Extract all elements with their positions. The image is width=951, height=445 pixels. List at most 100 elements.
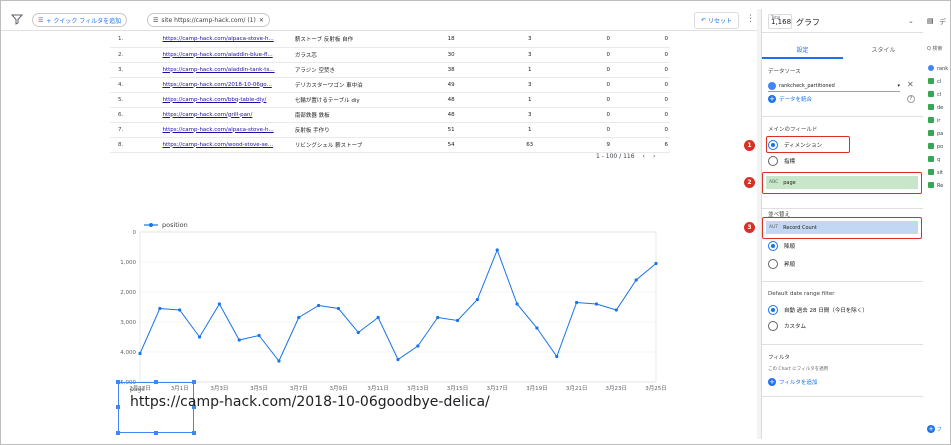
field-list-item[interactable]: rank [928,65,948,72]
table-row[interactable]: 4. https://camp-hack.com/2018-10-06go... デ… [110,77,670,93]
data-point [555,354,559,359]
field-type-icon [928,130,934,136]
resize-handle[interactable] [116,431,120,435]
table-cell-value: 3 [490,77,569,93]
reset-button[interactable]: ↶ リセット [694,12,739,29]
table-cell-keyword: リビングシェル 薪ストーブ [292,137,412,153]
dropdown-arrow-icon: ▾ [897,82,900,89]
data-point [158,306,162,311]
close-icon[interactable]: ✕ [907,80,914,89]
filter-icon[interactable] [11,13,23,25]
table-cell-value: 0 [647,62,670,78]
table-row[interactable]: 6. https://camp-hack.com/grill-pan/南部鉄器 鉄… [110,107,670,123]
table-cell-url[interactable]: https://camp-hack.com/aladdin-tank-ts... [160,62,293,78]
data-point [654,261,658,266]
table-row[interactable]: 8. https://camp-hack.com/wood-stove-se...… [110,137,670,153]
chevron-left-icon[interactable]: ‹ [643,153,645,160]
radio-sort-desc[interactable]: 降順 [768,241,795,251]
x-tick-label: 3月23日 [606,385,628,392]
table-cell-rank: 6. [110,107,161,123]
field-list-item[interactable]: pa [928,130,943,137]
table-cell-rank: 3. [110,62,161,78]
y-tick-label: 0 [133,230,137,236]
table-cell-value: 0 [568,92,648,108]
add-icon: + [927,425,935,433]
field-list-label: Re [937,182,944,189]
field-list-item[interactable]: cl [928,78,941,85]
table-cell-value: 0 [568,107,648,123]
resize-handle[interactable] [116,380,120,384]
table-cell-value: 48 [411,92,491,108]
table-row[interactable]: 2. https://camp-hack.com/aladdin-blue-fl.… [110,47,670,63]
tab-setup[interactable]: 設定 [762,33,843,59]
field-list-item[interactable]: po [928,143,943,150]
resize-handle[interactable] [192,431,196,435]
data-table[interactable]: 1. https://camp-hack.com/alpaca-stove-h..… [110,32,670,153]
table-cell-url[interactable]: https://camp-hack.com/aladdin-blue-fl... [160,47,293,63]
data-point [396,357,400,362]
radio-date-auto[interactable]: 自動 過去 28 日間（今日を除く） [768,305,868,315]
field-type-icon [928,169,934,175]
help-icon[interactable]: ? [907,95,915,103]
tab-style[interactable]: スタイル [843,33,924,59]
table-cell-keyword: 南部鉄器 鉄板 [292,107,412,123]
table-cell-url[interactable]: https://camp-hack.com/bbq-table-diy/ [160,92,293,108]
resize-handle[interactable] [154,431,158,435]
divider [762,208,924,209]
chevron-right-icon[interactable]: › [653,153,655,160]
field-list-item[interactable]: sit [928,169,943,176]
report-canvas: 1. https://camp-hack.com/alpaca-stove-h..… [0,32,757,445]
table-row[interactable]: 5. https://camp-hack.com/bbq-table-diy/七輪… [110,92,670,108]
table-cell-url[interactable]: https://camp-hack.com/2018-10-06go... [160,77,293,93]
field-list-item[interactable]: de [928,104,943,111]
data-point [475,297,479,302]
table-row[interactable]: 1. https://camp-hack.com/alpaca-stove-h..… [110,32,670,48]
data-point [197,335,202,339]
field-list-label: q [937,156,941,163]
radio-sort-asc[interactable]: 昇順 [768,259,795,269]
line-chart[interactable]: position 0 1,000 2,000 3,000 4,000 5,000 2月27日 3… [100,182,670,397]
table-cell-rank: 4. [110,77,161,93]
add-field-button[interactable]: + フ [927,425,942,433]
datasource-select[interactable]: rankcheck_partitioned ▾ [768,80,900,92]
table-cell-url[interactable]: https://camp-hack.com/wood-stove-se... [160,137,293,153]
table-cell-rank: 8. [110,137,161,153]
table-view-icon[interactable]: ▤ [927,17,934,25]
scorecard-value: https://camp-hack.com/2018-10-06goodbye-… [130,394,490,410]
data-point [217,302,221,306]
add-filter-button[interactable]: + フィルタを追加 [768,378,817,386]
undo-icon: ↶ [700,17,706,24]
field-list-item[interactable]: cl [928,91,941,98]
radio-date-custom[interactable]: カスタム [768,321,806,331]
chart-type-header[interactable]: Total 1,168 グラフ ⌄ [762,9,924,33]
close-icon[interactable]: ✕ [259,17,264,24]
date-auto-label: 自動 過去 28 日間（今日を除く） [784,308,868,314]
field-list-item[interactable]: ir [928,117,940,124]
resize-handle[interactable] [154,380,158,384]
table-cell-rank: 2. [110,47,161,63]
resize-handle[interactable] [116,405,120,409]
table-cell-url[interactable]: https://camp-hack.com/alpaca-stove-h... [160,122,293,138]
x-tick-label: 3月7日 [290,385,308,392]
field-list-item[interactable]: q [928,156,940,163]
more-vert-icon[interactable]: ⋮ [746,14,755,24]
field-type-icon [928,182,934,188]
field-type-icon [928,143,934,149]
resize-handle[interactable] [192,380,196,384]
table-cell-url[interactable]: https://camp-hack.com/alpaca-stove-h... [160,32,293,48]
table-cell-url[interactable]: https://camp-hack.com/grill-pan/ [160,107,293,123]
site-filter-chip[interactable]: ☰ site https://camp-hack.com/ (1) ✕ [147,13,270,27]
table-row[interactable]: 7. https://camp-hack.com/alpaca-stove-h..… [110,122,670,138]
table-row[interactable]: 3. https://camp-hack.com/aladdin-tank-ts.… [110,62,670,78]
blend-data-button[interactable]: + データを統合 [768,95,812,103]
quick-filter-label: + クイック フィルタを追加 [46,17,122,25]
radio-metric[interactable]: 指標 [768,156,795,166]
table-cell-value: 3 [490,47,569,63]
quick-filter-chip[interactable]: ☰ + クイック フィルタを追加 [32,13,128,27]
filter-lines-icon: ☰ [153,16,159,24]
x-tick-label: 3月25日 [645,385,667,392]
field-list-item[interactable]: Re [928,182,943,189]
field-list-label: rank [937,65,949,72]
field-search[interactable]: Q 検索 [927,45,943,52]
chevron-down-icon[interactable]: ⌄ [908,17,914,25]
